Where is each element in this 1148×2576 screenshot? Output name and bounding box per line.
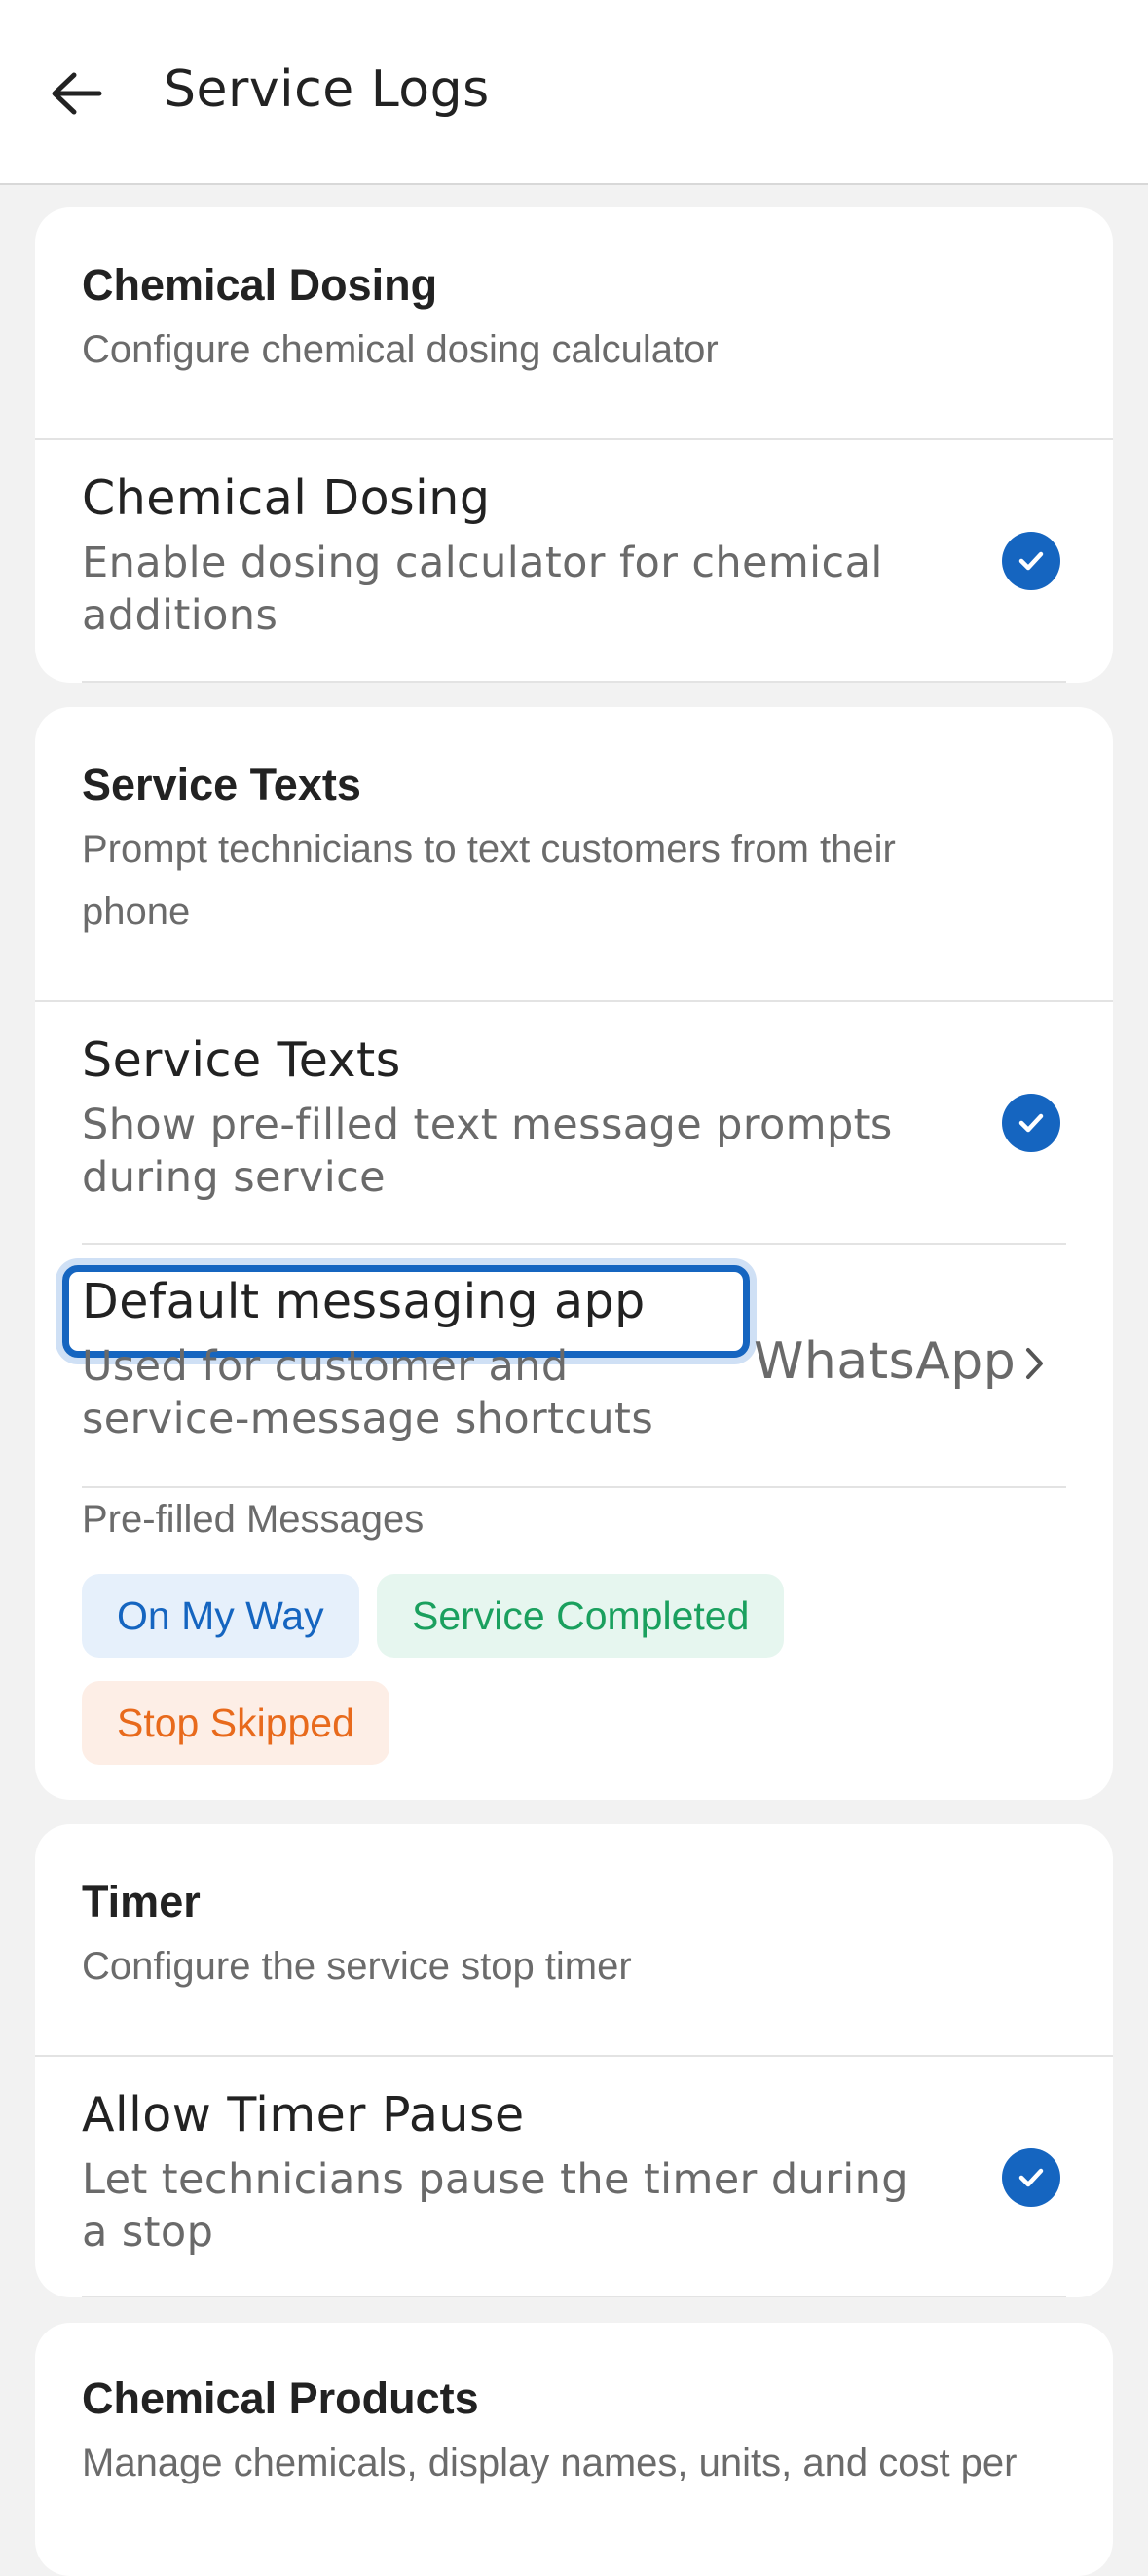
chip-on-my-way[interactable]: On My Way: [82, 1574, 359, 1658]
section-description: Configure the service stop timer: [82, 1945, 632, 1988]
prefilled-messages-label: Pre-filled Messages: [82, 1498, 425, 1541]
section-title: Chemical Dosing: [82, 260, 438, 310]
back-arrow-icon: [52, 72, 101, 114]
row-title: Allow Timer Pause: [82, 2087, 525, 2143]
checkmark-icon: [1018, 2168, 1044, 2187]
section-title: Service Texts: [82, 760, 361, 809]
divider: [82, 2296, 1066, 2297]
divider: [35, 438, 1113, 440]
row-title: Default messaging app: [82, 1274, 646, 1329]
back-button[interactable]: [39, 56, 112, 130]
chip-stop-skipped[interactable]: Stop Skipped: [82, 1681, 389, 1765]
divider: [35, 2055, 1113, 2057]
chevron-right-icon: [1026, 1348, 1043, 1379]
row-subtitle: Show pre-filled text message prompts dur…: [82, 1101, 893, 1202]
messaging-app-value: WhatsApp: [754, 1332, 1017, 1391]
row-subtitle: Used for customer and service-message sh…: [82, 1342, 654, 1443]
row-title: Service Texts: [82, 1032, 401, 1088]
app-bar: Service Logs: [0, 0, 1148, 185]
page-title: Service Logs: [164, 60, 490, 119]
service-texts-card: Service Texts Prompt technicians to text…: [35, 707, 1113, 1800]
chip-service-completed[interactable]: Service Completed: [377, 1574, 785, 1658]
section-description: Prompt technicians to text customers fro…: [82, 828, 896, 933]
divider: [82, 681, 1066, 683]
service-texts-checkbox[interactable]: [1002, 1094, 1060, 1152]
chemical-products-card[interactable]: Chemical Products Manage chemicals, disp…: [35, 2323, 1113, 2576]
divider: [82, 1243, 1066, 1245]
chemical-dosing-card: Chemical Dosing Configure chemical dosin…: [35, 207, 1113, 683]
divider: [35, 1000, 1113, 1002]
section-title: Timer: [82, 1877, 201, 1926]
section-description: Configure chemical dosing calculator: [82, 328, 719, 371]
timer-card: Timer Configure the service stop timer A…: [35, 1824, 1113, 2297]
section-title: Chemical Products: [82, 2373, 479, 2423]
checkmark-icon: [1018, 1113, 1044, 1133]
allow-timer-pause-checkbox[interactable]: [1002, 2148, 1060, 2207]
row-title: Chemical Dosing: [82, 470, 491, 526]
row-subtitle: Let technicians pause the timer during a…: [82, 2155, 908, 2257]
row-subtitle: Enable dosing calculator for chemical ad…: [82, 539, 883, 640]
chemical-dosing-checkbox[interactable]: [1002, 532, 1060, 590]
section-description: Manage chemicals, display names, units, …: [82, 2442, 1018, 2484]
checkmark-icon: [1018, 551, 1044, 571]
